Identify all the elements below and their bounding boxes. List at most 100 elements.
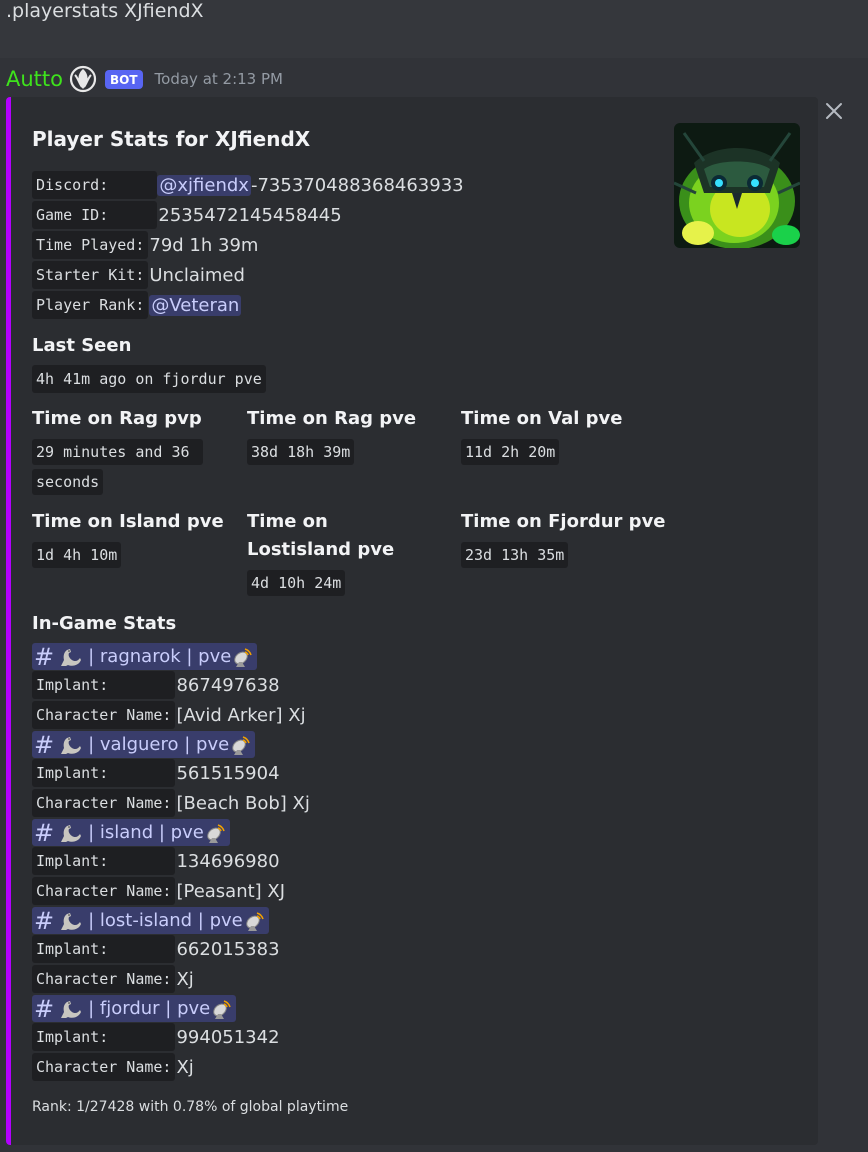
last-seen-value: 4h 41m ago on fjordur pve <box>32 365 266 393</box>
character-name-value: Xj <box>176 1056 194 1078</box>
time-on-lostisland-pve-field: Time on Lostisland pve 4d 10h 24m <box>247 508 437 598</box>
dinosaur-icon <box>61 824 82 842</box>
satellite-antenna-icon <box>213 999 231 1019</box>
channel-mention-island[interactable]: # | island | pve <box>32 819 230 846</box>
implant-label: Implant: <box>32 759 176 787</box>
character-name-label: Character Name: <box>32 877 176 905</box>
bot-emblem-icon <box>69 65 97 93</box>
channel-label: | lost-island | pve <box>88 910 243 931</box>
starter-kit-value: Unclaimed <box>149 264 245 286</box>
field-name: Time on Val pve <box>461 408 623 429</box>
time-on-rag-pvp-field: Time on Rag pvp 29 minutes and 36 second… <box>32 405 237 497</box>
time-on-fjordur-pve-field: Time on Fjordur pve 23d 13h 35m <box>461 508 691 570</box>
implant-label: Implant: <box>32 935 176 963</box>
character-name-value: [Beach Bob] Xj <box>176 792 310 814</box>
close-icon[interactable] <box>822 99 846 123</box>
implant-row: Implant: 662015383 <box>32 935 280 963</box>
channel-mention-lost-island[interactable]: # | lost-island | pve <box>32 907 269 934</box>
time-played-label: Time Played: <box>32 231 149 259</box>
hash-icon: # <box>34 994 55 1023</box>
character-name-value: [Avid Arker] Xj <box>176 704 306 726</box>
hash-icon: # <box>34 730 55 759</box>
starter-kit-label: Starter Kit: <box>32 261 149 289</box>
time-on-val-pve-field: Time on Val pve 11d 2h 20m <box>461 405 666 467</box>
character-name-label: Character Name: <box>32 789 176 817</box>
satellite-antenna-icon <box>245 911 264 931</box>
embed-footer: Rank: 1/27428 with 0.78% of global playt… <box>32 1099 349 1115</box>
embed-title: Player Stats for XJfiendX <box>32 127 311 151</box>
implant-value: 662015383 <box>176 938 280 960</box>
in-game-stats-heading: In-Game Stats <box>32 613 177 634</box>
field-value: 29 minutes and 36 seconds <box>32 439 203 495</box>
implant-row: Implant: 867497638 <box>32 671 280 699</box>
implant-row: Implant: 134696980 <box>32 847 280 875</box>
channel-label: | valguero | pve <box>88 734 230 755</box>
field-value: 11d 2h 20m <box>461 439 560 465</box>
channel-label: | fjordur | pve <box>88 998 211 1019</box>
character-name-row: Character Name: [Avid Arker] Xj <box>32 701 306 729</box>
time-played-field: Time Played: 79d 1h 39m <box>32 231 258 259</box>
channel-mention-valguero[interactable]: # | valguero | pve <box>32 730 256 759</box>
discord-label: Discord: <box>32 171 158 199</box>
implant-value: 867497638 <box>176 674 280 696</box>
satellite-antenna-icon <box>234 647 253 667</box>
field-name: Time on Rag pvp <box>32 408 202 429</box>
game-id-value: 2535472145458445 <box>158 204 342 226</box>
starter-kit-field: Starter Kit: Unclaimed <box>32 261 245 289</box>
channel-label: | island | pve <box>88 822 204 843</box>
dinosaur-icon <box>61 648 82 666</box>
dinosaur-icon <box>61 736 82 754</box>
character-name-row: Character Name: [Beach Bob] Xj <box>32 789 310 817</box>
hash-icon: # <box>34 642 55 671</box>
character-name-value: Xj <box>176 968 194 990</box>
character-name-row: Character Name: Xj <box>32 1053 194 1081</box>
player-rank-label: Player Rank: <box>32 291 149 319</box>
message-header: Autto BOT Today at 2:13 PM <box>6 64 283 94</box>
author-name[interactable]: Autto <box>6 67 63 91</box>
character-name-label: Character Name: <box>32 1053 176 1081</box>
time-on-island-pve-field: Time on Island pve 1d 4h 10m <box>32 508 237 570</box>
player-rank-field: Player Rank: @Veteran <box>32 291 242 319</box>
character-name-value: [Peasant] XJ <box>176 880 286 902</box>
field-value: 4d 10h 24m <box>247 570 346 596</box>
implant-label: Implant: <box>32 847 176 875</box>
implant-value: 994051342 <box>176 1026 280 1048</box>
bot-badge: BOT <box>105 69 143 89</box>
field-name: Time on Rag pve <box>247 408 417 429</box>
hash-icon: # <box>34 818 55 847</box>
dinosaur-icon <box>61 912 82 930</box>
dinosaur-icon <box>61 1000 82 1018</box>
character-name-label: Character Name: <box>32 701 176 729</box>
satellite-antenna-icon <box>207 823 225 843</box>
channel-mention-ragnarok[interactable]: # | ragnarok | pve <box>32 642 258 671</box>
channel-mention-fjordur[interactable]: # | fjordur | pve <box>32 994 237 1023</box>
message-timestamp[interactable]: Today at 2:13 PM <box>155 70 283 88</box>
discord-field: Discord: @xjfiendx -735370488368463933 <box>32 171 464 199</box>
game-id-field: Game ID: 2535472145458445 <box>32 201 342 229</box>
channel-label: | ragnarok | pve <box>88 646 232 667</box>
implant-label: Implant: <box>32 1023 176 1051</box>
implant-label: Implant: <box>32 671 176 699</box>
player-rank-mention[interactable]: @Veteran <box>149 294 242 316</box>
time-played-value: 79d 1h 39m <box>149 234 259 256</box>
implant-row: Implant: 561515904 <box>32 759 280 787</box>
time-on-rag-pve-field: Time on Rag pve 38d 18h 39m <box>247 405 452 467</box>
character-name-row: Character Name: Xj <box>32 965 194 993</box>
discord-id: -735370488368463933 <box>250 174 464 196</box>
hash-icon: # <box>34 906 55 935</box>
player-thumbnail[interactable] <box>674 123 800 248</box>
game-id-label: Game ID: <box>32 201 158 229</box>
last-seen-heading: Last Seen <box>32 335 132 356</box>
last-seen-field: 4h 41m ago on fjordur pve <box>32 365 266 393</box>
implant-value: 134696980 <box>176 850 280 872</box>
satellite-antenna-icon <box>232 735 250 755</box>
field-name: Time on Lostisland pve <box>247 511 395 560</box>
field-name: Time on Island pve <box>32 511 224 532</box>
discord-mention[interactable]: @xjfiendx <box>157 174 251 196</box>
character-name-label: Character Name: <box>32 965 176 993</box>
previous-message: .playerstats XJfiendX <box>0 0 868 58</box>
field-value: 1d 4h 10m <box>32 542 122 568</box>
character-name-row: Character Name: [Peasant] XJ <box>32 877 285 905</box>
implant-value: 561515904 <box>176 762 280 784</box>
embed-card: Player Stats for XJfiendX Discord: @xjfi… <box>6 97 818 1145</box>
